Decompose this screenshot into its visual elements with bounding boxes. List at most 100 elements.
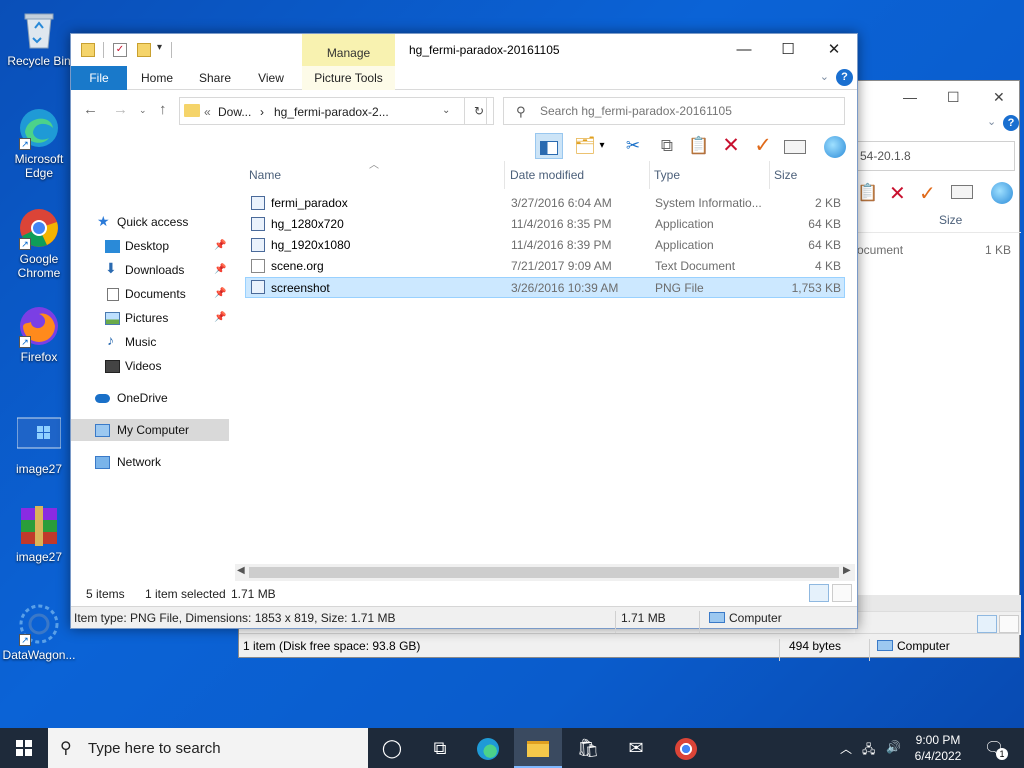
large-icons-view-icon[interactable] (832, 584, 852, 602)
taskbar-file-explorer[interactable] (514, 728, 562, 768)
forward-arrow-icon[interactable]: → (113, 101, 128, 118)
nav-network[interactable]: Network (71, 451, 229, 473)
desktop-icon-recycle-bin[interactable]: Recycle Bin (2, 8, 76, 68)
task-view-button[interactable]: ⧉ (416, 728, 464, 768)
nav-music[interactable]: ♪ Music (71, 331, 229, 353)
scrollbar-thumb[interactable] (249, 567, 839, 578)
checkmark-icon[interactable]: ✓ (919, 181, 936, 206)
close-button[interactable]: ✕ (811, 38, 857, 62)
taskbar-chrome[interactable] (662, 728, 710, 768)
explorer-window[interactable]: ✓ ▾ Manage hg_fermi-paradox-20161105 — ☐… (70, 33, 858, 633)
column-type[interactable]: Type (650, 161, 770, 189)
volume-icon[interactable]: 🔊 (886, 740, 901, 754)
tab-view[interactable]: View (251, 66, 291, 90)
bg-close-button[interactable]: ✕ (993, 89, 1005, 106)
desktop-icon-image27-b[interactable]: image27 (2, 504, 76, 564)
minimize-button[interactable]: — (721, 38, 767, 62)
delete-icon[interactable]: ✕ (889, 181, 906, 206)
delete-icon[interactable]: ✕ (717, 133, 745, 159)
rename-icon[interactable] (951, 185, 973, 199)
taskbar-mail[interactable]: ✉ (612, 728, 660, 768)
desktop-icon-chrome[interactable]: ↗ Google Chrome (2, 206, 76, 280)
properties-icon[interactable]: ✓ (113, 43, 127, 57)
taskbar-search-box[interactable]: ⚲ Type here to search (48, 728, 368, 768)
taskbar-edge[interactable] (464, 728, 512, 768)
breadcrumb-downloads[interactable]: Dow... (218, 105, 251, 119)
scroll-right-icon[interactable]: ▶ (843, 565, 851, 576)
bg-ribbon-expand-icon[interactable]: ⌄ (987, 115, 996, 128)
back-arrow-icon[interactable]: ← (83, 101, 98, 118)
bg-minimize-button[interactable]: — (903, 89, 917, 105)
rename-icon[interactable] (781, 133, 809, 159)
column-name[interactable]: Name (245, 161, 505, 189)
nav-onedrive[interactable]: OneDrive (71, 387, 229, 409)
pin-icon[interactable]: 📌 (214, 283, 226, 305)
file-row[interactable]: hg_1920x1080 11/4/2016 8:39 PM Applicati… (245, 235, 845, 256)
file-row[interactable]: hg_1280x720 11/4/2016 8:35 PM Applicatio… (245, 214, 845, 235)
bg-address-bar[interactable]: 54-20.1.8 (855, 141, 1015, 171)
scroll-left-icon[interactable]: ◀ (237, 565, 245, 576)
paste-icon[interactable]: 📋 (685, 133, 713, 159)
details-view-icon[interactable] (977, 615, 997, 633)
taskbar-store[interactable]: 🛍 (564, 728, 612, 768)
ribbon-expand-icon[interactable]: ⌄ (820, 70, 829, 83)
breadcrumb-current-folder[interactable]: hg_fermi-paradox-2... (274, 105, 389, 119)
bg-horizontal-scrollbar[interactable] (855, 595, 1021, 611)
qat-customize-icon[interactable]: ▾ (157, 42, 162, 53)
globe-icon[interactable] (991, 182, 1013, 204)
paste-icon[interactable]: 📋 (857, 183, 878, 203)
file-row[interactable]: fermi_paradox 3/27/2016 6:04 AM System I… (245, 193, 845, 214)
search-input[interactable] (540, 103, 838, 119)
preview-pane-icon[interactable] (535, 133, 563, 159)
maximize-button[interactable]: ☐ (765, 38, 811, 62)
open-dropdown-icon[interactable]: ▾ (595, 133, 609, 159)
tab-file[interactable]: File (71, 66, 127, 90)
tray-overflow-icon[interactable]: ︿ (840, 740, 852, 757)
nav-pictures[interactable]: Pictures 📌 (71, 307, 229, 329)
desktop-icon-image27-a[interactable]: image27 (2, 416, 76, 476)
cut-icon[interactable]: ✂ (619, 133, 647, 159)
address-dropdown-icon[interactable]: ⌄ (442, 105, 450, 116)
taskbar-clock[interactable]: 9:00 PM 6/4/2022 (900, 732, 976, 764)
desktop-icon-datawagon[interactable]: ↗ DataWagon... (2, 602, 76, 662)
desktop-icon-edge[interactable]: ↗ Microsoft Edge (2, 106, 76, 180)
application-icon (251, 238, 265, 252)
refresh-button[interactable]: ↻ (464, 97, 494, 125)
file-row[interactable]: scene.org 7/21/2017 9:09 AM Text Documen… (245, 256, 845, 277)
network-tray-icon[interactable]: 🖧 (862, 740, 875, 761)
bg-maximize-button[interactable]: ☐ (947, 89, 960, 106)
tab-share[interactable]: Share (193, 66, 237, 90)
globe-icon[interactable] (821, 133, 849, 159)
desktop-icon-firefox[interactable]: ↗ Firefox (2, 304, 76, 364)
file-row-selected[interactable]: screenshot 3/26/2016 10:39 AM PNG File 1… (245, 277, 845, 298)
address-bar[interactable]: « Dow... › hg_fermi-paradox-2... ⌄ (179, 97, 487, 125)
checkmark-icon[interactable]: ✓ (749, 133, 777, 159)
desktop-icon-label: image27 (15, 462, 63, 476)
help-icon[interactable]: ? (836, 69, 853, 86)
new-folder-icon[interactable] (137, 43, 151, 57)
tab-picture-tools[interactable]: Picture Tools (302, 66, 395, 90)
up-arrow-icon[interactable]: ↑ (159, 101, 167, 118)
details-view-icon[interactable] (809, 584, 829, 602)
nav-quick-access[interactable]: ★ Quick access (71, 211, 229, 233)
nav-my-computer[interactable]: My Computer (71, 419, 229, 441)
recent-locations-icon[interactable]: ⌄ (139, 105, 147, 116)
cortana-button[interactable]: ◯ (368, 728, 416, 768)
tab-home[interactable]: Home (135, 66, 179, 90)
column-size[interactable]: Size (770, 161, 846, 189)
pin-icon[interactable]: 📌 (214, 307, 226, 329)
nav-downloads[interactable]: ⬇ Downloads 📌 (71, 259, 229, 281)
pin-icon[interactable]: 📌 (214, 235, 226, 257)
search-box[interactable]: ⚲ (503, 97, 845, 125)
pin-icon[interactable]: 📌 (214, 259, 226, 281)
nav-videos[interactable]: Videos (71, 355, 229, 377)
horizontal-scrollbar[interactable]: ◀ ▶ (235, 564, 855, 581)
manage-tab-group: Manage (302, 34, 395, 66)
nav-documents[interactable]: Documents 📌 (71, 283, 229, 305)
large-icons-view-icon[interactable] (999, 615, 1019, 633)
column-date-modified[interactable]: Date modified (506, 161, 650, 189)
nav-desktop[interactable]: Desktop 📌 (71, 235, 229, 257)
bg-help-icon[interactable]: ? (1003, 115, 1019, 131)
start-button[interactable] (0, 728, 48, 768)
copy-icon[interactable]: ⧉ (653, 133, 681, 159)
